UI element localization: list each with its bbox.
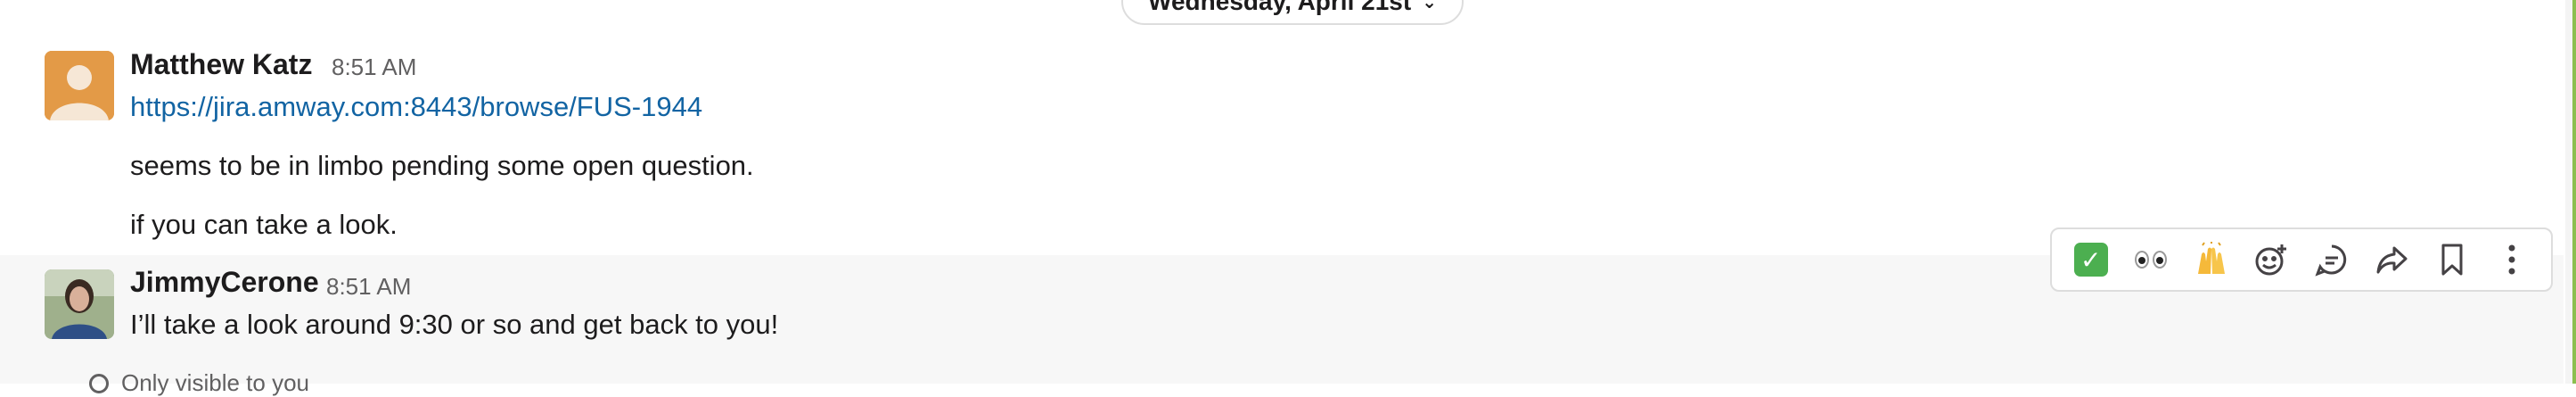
timestamp[interactable]: 8:51 AM [326,273,411,301]
message-text: if you can take a look. [130,209,398,240]
message-text: seems to be in limbo pending some open q… [130,150,754,181]
profile-photo-icon [45,269,114,339]
window-edge [2572,0,2576,384]
message-link[interactable]: https://jira.amway.com:8443/browse/FUS-1… [130,91,702,123]
message-text: I’ll take a look around 9:30 or so and g… [130,309,779,340]
chevron-down-icon: ⌄ [1422,0,1437,12]
sender-name[interactable]: Matthew Katz [130,48,312,81]
add-reaction-icon[interactable] [2248,236,2294,283]
default-avatar-icon [45,51,114,120]
eyes-reaction-icon[interactable] [2128,236,2174,283]
sender-name[interactable]: JimmyCerone [130,266,319,299]
date-divider[interactable]: Wednesday, April 21st ⌄ [1121,0,1464,25]
share-message-icon[interactable] [2368,236,2415,283]
message-matthew-katz[interactable]: Matthew Katz 8:51 AM https://jira.amway.… [0,36,2564,255]
save-for-later-icon[interactable] [2429,236,2475,283]
check-mark-reaction-icon[interactable]: ✓ [2068,236,2114,283]
raised-hands-reaction-icon[interactable] [2188,236,2235,283]
message-actions-toolbar: ✓ [2050,227,2553,292]
reply-in-thread-icon[interactable] [2309,236,2355,283]
scrollbar-track [2565,0,2572,384]
date-divider-label: Wednesday, April 21st [1148,0,1412,15]
avatar[interactable] [45,51,114,120]
avatar[interactable] [45,269,114,339]
jira-link[interactable]: https://jira.amway.com:8443/browse/FUS-1… [130,91,702,122]
timestamp[interactable]: 8:51 AM [332,54,416,81]
more-actions-icon[interactable] [2489,236,2535,283]
